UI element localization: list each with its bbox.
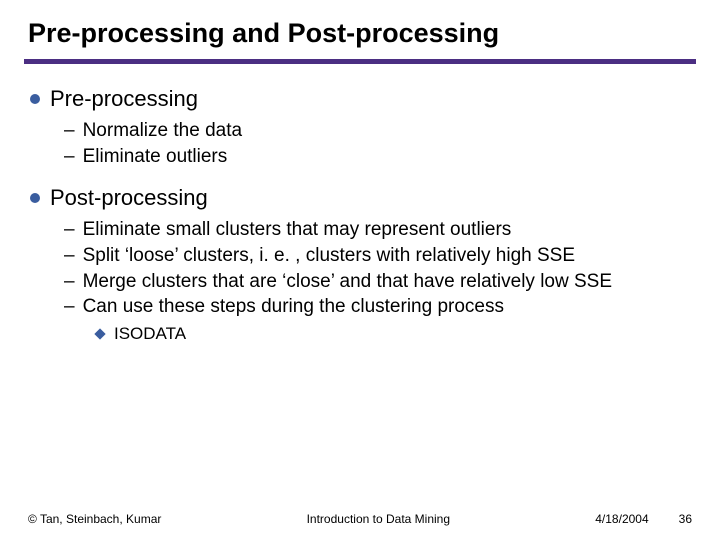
dash-icon: – (64, 144, 75, 170)
footer-page: 36 (679, 512, 692, 526)
list-item: – Eliminate small clusters that may repr… (64, 217, 696, 243)
section-heading: Pre-processing (50, 86, 198, 112)
sub-list: – Eliminate small clusters that may repr… (24, 217, 696, 320)
section-pre-processing: Pre-processing – Normalize the data – El… (24, 86, 696, 169)
sub-sub-text: ISODATA (114, 324, 186, 344)
list-item-text: Eliminate small clusters that may repres… (83, 217, 512, 243)
list-item: – Can use these steps during the cluster… (64, 294, 696, 320)
dash-icon: – (64, 217, 75, 243)
bullet-disc-icon (30, 193, 40, 203)
slide-title: Pre-processing and Post-processing (24, 18, 696, 49)
bullet-disc-icon (30, 94, 40, 104)
dash-icon: – (64, 243, 75, 269)
title-rule (24, 59, 696, 64)
dash-icon: – (64, 269, 75, 295)
list-item-text: Can use these steps during the clusterin… (83, 294, 504, 320)
list-item: – Split ‘loose’ clusters, i. e. , cluste… (64, 243, 696, 269)
section-head: Post-processing (24, 185, 696, 211)
list-item: – Merge clusters that are ‘close’ and th… (64, 269, 696, 295)
list-item-text: Normalize the data (83, 118, 242, 144)
footer-copyright: © Tan, Steinbach, Kumar (28, 512, 161, 526)
section-post-processing: Post-processing – Eliminate small cluste… (24, 185, 696, 344)
footer-right: 4/18/2004 36 (595, 512, 692, 526)
section-head: Pre-processing (24, 86, 696, 112)
dash-icon: – (64, 294, 75, 320)
list-item: – Eliminate outliers (64, 144, 696, 170)
section-heading: Post-processing (50, 185, 208, 211)
list-item-text: Merge clusters that are ‘close’ and that… (83, 269, 612, 295)
diamond-icon (94, 328, 105, 339)
slide: Pre-processing and Post-processing Pre-p… (0, 0, 720, 540)
sub-sub-item: ISODATA (24, 324, 696, 344)
footer-subject: Introduction to Data Mining (161, 512, 595, 526)
footer: © Tan, Steinbach, Kumar Introduction to … (0, 512, 720, 526)
list-item-text: Split ‘loose’ clusters, i. e. , clusters… (83, 243, 575, 269)
list-item-text: Eliminate outliers (83, 144, 228, 170)
dash-icon: – (64, 118, 75, 144)
sub-list: – Normalize the data – Eliminate outlier… (24, 118, 696, 169)
list-item: – Normalize the data (64, 118, 696, 144)
footer-date: 4/18/2004 (595, 512, 648, 526)
